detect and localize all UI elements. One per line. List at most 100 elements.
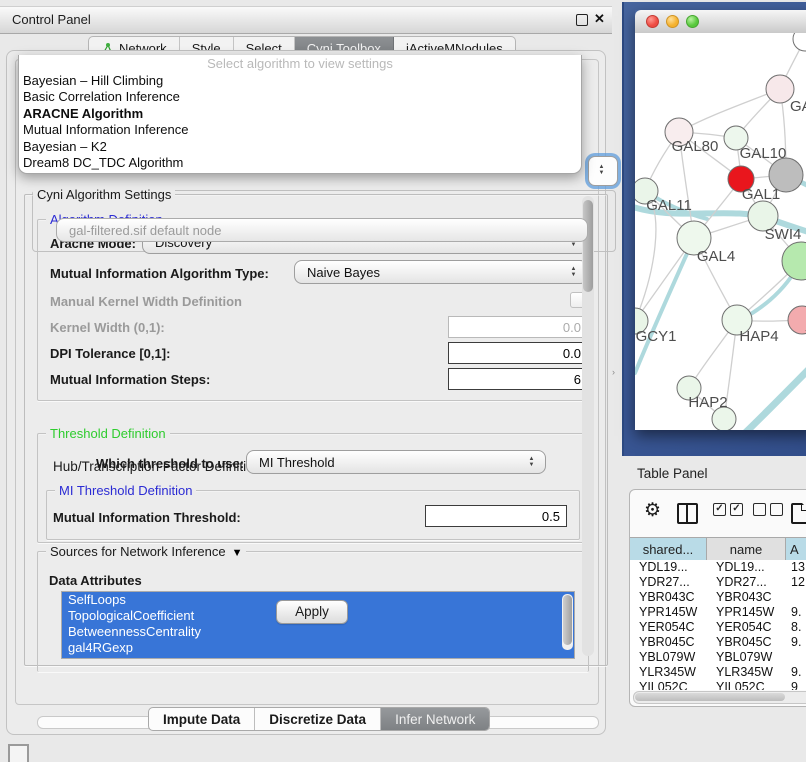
which-threshold-label: Which threshold to use: [96,456,244,471]
column-header-a[interactable]: A [786,538,806,560]
algorithm-option-mutual-information-inference[interactable]: Mutual Information Inference [19,122,581,138]
manual-kernel-label: Manual Kernel Width Definition [50,294,242,309]
network-edge [635,238,694,373]
table-row[interactable]: YLR345WYLR345W9. [630,665,806,680]
kernel-width-label: Kernel Width (0,1): [50,320,165,335]
scrollbar-thumb[interactable] [635,693,785,701]
algorithm-option-basic-correlation-inference[interactable]: Basic Correlation Inference [19,89,581,105]
combo-arrows-icon [527,456,536,468]
mi-threshold-title: MI Threshold Definition [55,483,196,498]
table-row[interactable]: YDL19...YDL19...13 [630,560,806,575]
settings-gear-icon[interactable]: ⚙ [644,499,661,522]
attribute-item-betweennesscentrality[interactable]: BetweennessCentrality [62,624,574,640]
table-panel: Table Panel ⚙ ✓✓ shared...nameA YDL19...… [612,456,806,762]
export-table-icon[interactable] [791,503,806,524]
control-panel: Control Panel ✕ NetworkStyleSelectCyni T… [0,0,612,762]
algorithm-placeholder: Select algorithm to view settings [19,55,581,73]
panel-divider-handle[interactable]: › [612,366,618,378]
combo-arrows-icon [569,266,578,278]
scrollbar-thumb[interactable] [563,595,572,645]
attributes-scrollbar[interactable] [562,594,573,650]
panel-title: Control Panel [12,12,91,27]
application-window: Control Panel ✕ NetworkStyleSelectCyni T… [0,0,806,762]
control-panel-titlebar: Control Panel ✕ [0,6,612,34]
algorithm-dropdown-popup: Select algorithm to view settings Bayesi… [18,55,582,174]
node-label: HAP4 [739,328,778,345]
attribute-item-gal4rgexp[interactable]: gal4RGexp [62,640,574,656]
table-row[interactable]: YPR145WYPR145W9. [630,605,806,620]
zoom-traffic-light-icon[interactable] [686,15,699,28]
kernel-width-field[interactable]: 0.0 [448,316,588,338]
table-row[interactable]: YBR043CYBR043C [630,590,806,605]
tab-impute-data[interactable]: Impute Data [149,708,255,730]
node-label: SWI4 [765,226,802,243]
table-row[interactable]: YER054CYER054C8. [630,620,806,635]
float-window-icon[interactable] [576,14,588,26]
tab-infer-network[interactable]: Infer Network [381,708,489,730]
mi-steps-label: Mutual Information Steps: [50,372,210,387]
dpi-tolerance-label: DPI Tolerance [0,1]: [50,346,170,361]
mi-threshold-label: Mutual Information Threshold: [53,510,241,525]
network-node[interactable] [793,33,806,51]
threshold-definition-title: Threshold Definition [46,426,170,441]
network-edge [743,355,806,430]
table-row[interactable]: YBL079WYBL079W [630,650,806,665]
table-rows: YDL19...YDL19...13YDR27...YDR27...12YBR0… [630,560,806,690]
mi-threshold-field[interactable]: 0.5 [425,505,567,527]
close-traffic-light-icon[interactable] [646,15,659,28]
node-label: HAP2 [688,394,727,411]
which-threshold-combobox[interactable]: MI Threshold [246,450,546,474]
close-icon[interactable]: ✕ [594,11,605,27]
settings-group-title: Cyni Algorithm Settings [33,187,175,202]
table-row[interactable]: YIL052CYIL052C9 [630,680,806,690]
column-header-shared[interactable]: shared... [630,538,707,560]
table-header-row: shared...nameA [630,537,806,561]
bottom-tab-bar: Impute DataDiscretize DataInfer Network [148,707,490,731]
algorithm-option-dream8-dc-tdc-algorithm[interactable]: Dream8 DC_TDC Algorithm [19,155,581,171]
threshold-definition-group: Threshold Definition Which threshold to … [37,433,589,543]
show-columns-icon[interactable] [677,503,698,524]
table-row[interactable]: YBR045CYBR045C9. [630,635,806,650]
algorithm-option-bayesian-hill-climbing[interactable]: Bayesian – Hill Climbing [19,73,581,89]
minimize-traffic-light-icon[interactable] [666,15,679,28]
cyni-algorithm-settings-group: Cyni Algorithm Settings Algorithm Defini… [24,194,608,666]
mi-type-label: Mutual Information Algorithm Type: [50,266,269,281]
sources-title: Sources for Network Inference▼ [46,544,246,559]
mi-threshold-group: MI Threshold Definition Mutual Informati… [46,490,580,540]
algorithm-option-bayesian-k2[interactable]: Bayesian – K2 [19,139,581,155]
node-label: GCY1 [636,328,677,345]
node-label: GAL [790,98,806,115]
network-node-y[interactable] [788,306,806,334]
select-all-columns-icon[interactable]: ✓✓ [713,503,743,516]
list-item[interactable] [62,656,574,659]
network-table-combobox[interactable]: gal-filtered.sif default node [56,218,588,242]
network-canvas[interactable]: GALGAL80GAL10GAL1GAL11SWI4GAL4GCY1HAP4YH… [635,33,806,430]
algorithm-option-aracne-algorithm[interactable]: ARACNE Algorithm [19,106,581,122]
dock-panel-icon[interactable] [8,744,29,762]
table-row[interactable]: YDR27...YDR27...12 [630,575,806,590]
tab-discretize-data[interactable]: Discretize Data [255,708,381,730]
node-label: GAL11 [646,197,692,214]
dpi-tolerance-field[interactable]: 0.0 [448,342,588,364]
scrollbar-thumb[interactable] [583,200,593,292]
column-header-name[interactable]: name [707,538,786,560]
data-attributes-label: Data Attributes [49,573,142,588]
expander-down-icon: ▼ [232,547,243,559]
mi-steps-field[interactable]: 6 [448,368,588,390]
node-table-container: ⚙ ✓✓ shared...nameA YDL19...YDL19...13YD… [629,489,806,707]
mi-algorithm-type-combobox[interactable]: Naive Bayes [294,260,588,284]
table-toolbar: ⚙ ✓✓ [630,490,806,536]
settings-vertical-scrollbar[interactable] [582,196,594,656]
table-horizontal-scrollbar[interactable] [633,691,806,704]
network-view-panel: GALGAL80GAL10GAL1GAL11SWI4GAL4GCY1HAP4YH… [622,2,806,456]
deselect-all-columns-icon[interactable] [753,503,783,516]
network-node[interactable] [782,242,806,280]
algorithm-definition-group: Algorithm Definition Aracne Mode: Discov… [37,219,589,401]
network-window-titlebar[interactable] [635,10,806,34]
node-label: GAL80 [672,138,719,155]
inference-algorithm-combobox-button[interactable] [588,156,618,186]
network-edge [679,89,780,132]
table-panel-title: Table Panel [637,466,708,481]
apply-button[interactable]: Apply [276,600,348,624]
node-label: GAL1 [742,186,780,203]
